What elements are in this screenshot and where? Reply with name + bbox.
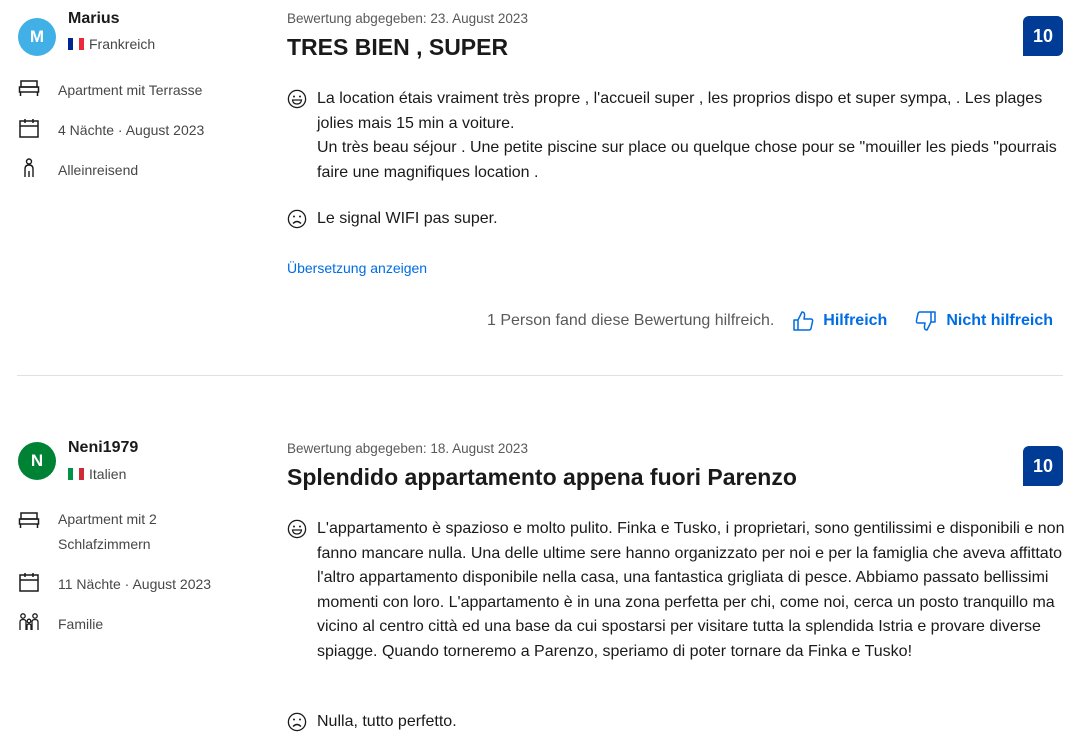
- traveler-type: Alleinreisend: [18, 158, 228, 183]
- not-helpful-button[interactable]: Nicht hilfreich: [915, 310, 1053, 332]
- positive-text: L'appartamento è spazioso e molto pulito…: [317, 520, 1065, 660]
- helpful-feedback: 1 Person fand diese Bewertung hilfreich.…: [487, 310, 1053, 332]
- country-label: Italien: [89, 466, 127, 482]
- room-type: Apartment mit 2 Schlafzimmern: [18, 507, 188, 557]
- stay-info: 4 Nächte · August 2023: [18, 118, 228, 143]
- reviewer-name: Neni1979: [68, 439, 139, 456]
- negative-text: Le signal WIFI pas super.: [317, 210, 498, 227]
- stay-label: 4 Nächte · August 2023: [58, 122, 205, 138]
- flag-france-icon: [68, 38, 84, 50]
- bed-icon: [18, 512, 40, 528]
- helpful-count: 1 Person fand diese Bewertung hilfreich.: [487, 312, 775, 329]
- helpful-label: Hilfreich: [823, 312, 888, 329]
- thumbs-down-icon: [915, 311, 937, 331]
- reviewer-country: Italien: [68, 466, 126, 482]
- room-type: Apartment mit Terrasse: [18, 78, 228, 103]
- review-title: TRES BIEN , SUPER: [287, 34, 509, 60]
- review-date: Bewertung abgegeben: 18. August 2023: [287, 441, 528, 456]
- calendar-icon: [19, 573, 39, 592]
- helpful-button[interactable]: Hilfreich: [792, 310, 887, 332]
- reviewer-name: Marius: [68, 10, 120, 27]
- review-card: M Marius Frankreich Apartment mit Terras…: [0, 0, 1080, 376]
- room-label: Apartment mit 2 Schlafzimmern: [58, 511, 157, 552]
- review-title: Splendido appartamento appena fuori Pare…: [287, 464, 797, 490]
- stay-info: 11 Nächte · August 2023: [18, 572, 228, 597]
- score-badge: 10: [1023, 446, 1063, 486]
- traveler-label: Familie: [58, 616, 104, 632]
- positive-comment: La location étais vraiment très propre ,…: [287, 87, 1067, 185]
- traveler-label: Alleinreisend: [58, 162, 139, 178]
- country-label: Frankreich: [89, 36, 156, 52]
- negative-comment: Le signal WIFI pas super.: [287, 207, 1067, 232]
- score-badge: 10: [1023, 16, 1063, 56]
- review-date: Bewertung abgegeben: 23. August 2023: [287, 11, 528, 26]
- review-card: N Neni1979 Italien Apartment mit 2 Schla…: [0, 376, 1080, 732]
- sad-face-icon: [287, 209, 307, 229]
- calendar-icon: [19, 119, 39, 138]
- family-icon: [19, 613, 39, 630]
- negative-comment: Nulla, tutto perfetto.: [287, 710, 1067, 735]
- reviewer-country: Frankreich: [68, 36, 155, 52]
- bed-icon: [18, 80, 40, 96]
- traveler-type: Familie: [18, 612, 228, 637]
- positive-text: La location étais vraiment très propre ,…: [317, 90, 1057, 181]
- flag-italy-icon: [68, 468, 84, 480]
- smiley-face-icon: [287, 89, 307, 109]
- show-translation-link[interactable]: Übersetzung anzeigen: [287, 260, 427, 276]
- not-helpful-label: Nicht hilfreich: [946, 312, 1053, 329]
- room-label: Apartment mit Terrasse: [58, 82, 203, 98]
- stay-label: 11 Nächte · August 2023: [58, 576, 212, 592]
- avatar: M: [18, 18, 56, 56]
- avatar: N: [18, 442, 56, 480]
- smiley-face-icon: [287, 519, 307, 539]
- single-person-icon: [24, 158, 34, 177]
- negative-text: Nulla, tutto perfetto.: [317, 713, 457, 730]
- thumbs-up-icon: [793, 311, 814, 331]
- sad-face-icon: [287, 712, 307, 732]
- positive-comment: L'appartamento è spazioso e molto pulito…: [287, 517, 1067, 664]
